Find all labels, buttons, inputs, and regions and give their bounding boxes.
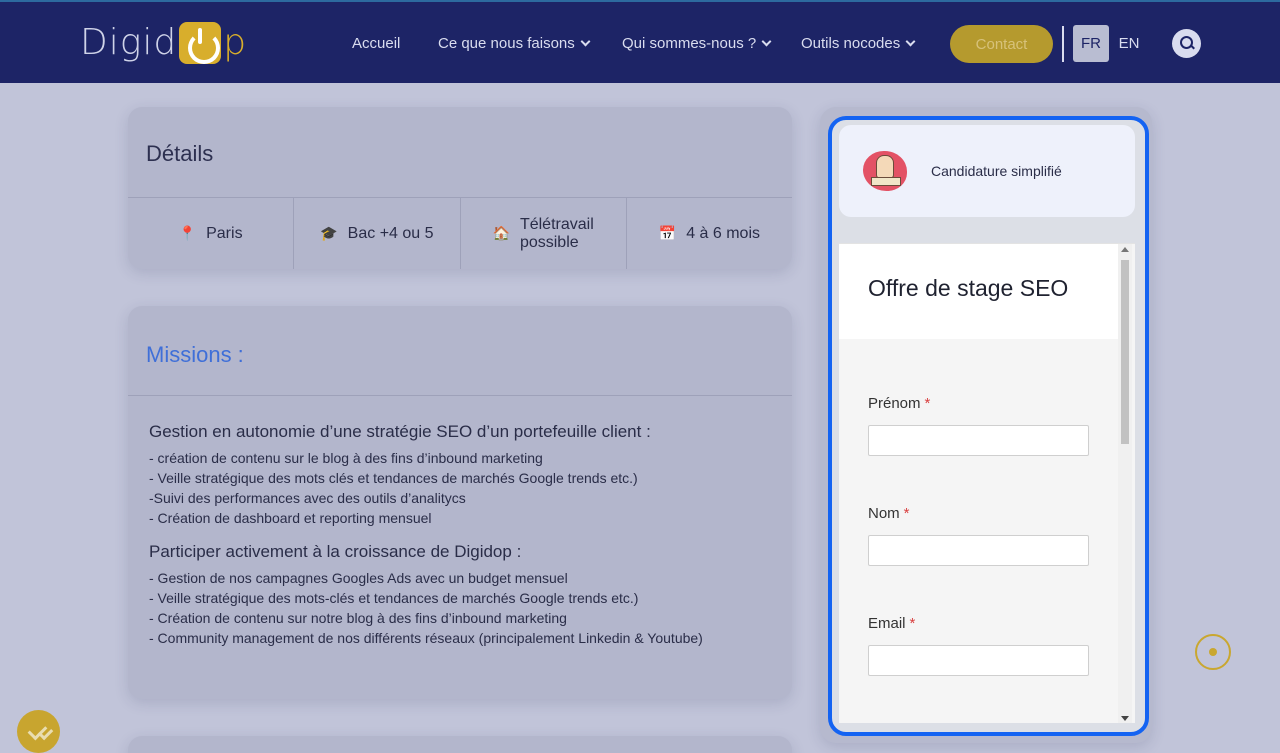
search-icon[interactable] — [1172, 29, 1201, 58]
detail-education: 🎓 Bac +4 ou 5 — [294, 198, 461, 269]
floating-target-icon[interactable] — [1195, 634, 1231, 670]
detail-label: 4 à 6 mois — [686, 224, 760, 242]
required-marker: * — [924, 395, 931, 412]
widget-header-text: Candidature simplifié — [931, 163, 1062, 179]
form-header: Offre de stage SEO — [839, 244, 1118, 339]
mission-line: - Création de dashboard et reporting men… — [149, 510, 432, 526]
field-label-email: Email * — [868, 615, 916, 632]
site-header: Digid p Accueil Ce que nous faisons Qui … — [0, 0, 1280, 83]
mission-line: - Veille stratégique des mots-clés et te… — [149, 590, 639, 606]
nav-label: Qui sommes-nous ? — [622, 35, 757, 52]
mission-block: Gestion en autonomie d’une stratégie SEO… — [149, 422, 769, 528]
house-icon: 🏠 — [492, 225, 510, 241]
form-title: Offre de stage SEO — [868, 275, 1069, 301]
nav-item-ce-que-nous-faisons[interactable]: Ce que nous faisons — [438, 2, 591, 85]
mission-heading: Gestion en autonomie d’une stratégie SEO… — [149, 422, 651, 441]
nav-item-qui-sommes-nous[interactable]: Qui sommes-nous ? — [622, 2, 772, 85]
nav-label: Outils nocodes — [801, 35, 901, 52]
details-title: Détails — [146, 141, 214, 166]
details-card: Détails 📍 Paris 🎓 Bac +4 ou 5 🏠 Télétrav… — [128, 107, 792, 269]
detail-label-line2: possible — [519, 233, 579, 251]
form-scrollbar[interactable] — [1118, 244, 1132, 723]
mission-line: - création de contenu sur le blog à des … — [149, 450, 543, 466]
chevron-down-icon — [905, 36, 916, 47]
mission-heading: Participer activement à la croissance de… — [149, 542, 522, 561]
application-form: Offre de stage SEO Prénom * Nom * Email * — [839, 243, 1135, 723]
divider — [128, 395, 792, 396]
chevron-down-icon — [761, 36, 772, 47]
pin-icon: 📍 — [178, 225, 197, 241]
avatar — [863, 151, 907, 191]
details-row: 📍 Paris 🎓 Bac +4 ou 5 🏠 Télétravail poss… — [128, 198, 792, 269]
next-card — [128, 736, 792, 753]
prenom-input[interactable] — [868, 425, 1089, 456]
email-input[interactable] — [868, 645, 1089, 676]
chevron-down-icon — [580, 36, 591, 47]
detail-location: 📍 Paris — [128, 198, 295, 269]
digidop-logo[interactable]: Digid p — [80, 20, 247, 64]
field-label-nom: Nom * — [868, 505, 910, 522]
required-marker: * — [903, 505, 910, 522]
mission-line: -Suivi des performances avec des outils … — [149, 490, 466, 506]
floating-check-icon[interactable] — [17, 710, 60, 753]
nav-label: Ce que nous faisons — [438, 35, 575, 52]
detail-label-line1: Télétravail — [519, 215, 594, 233]
lang-fr-button[interactable]: FR — [1073, 25, 1109, 62]
header-divider — [1062, 26, 1064, 62]
field-label-prenom: Prénom * — [868, 395, 931, 412]
scroll-thumb[interactable] — [1121, 260, 1129, 444]
mission-line: - Veille stratégique des mots clés et te… — [149, 470, 638, 486]
power-icon — [179, 22, 222, 64]
detail-label: Paris — [206, 224, 243, 242]
scroll-down-icon[interactable] — [1121, 716, 1129, 721]
mission-line: - Création de contenu sur notre blog à d… — [149, 610, 567, 626]
missions-body: Gestion en autonomie d’une stratégie SEO… — [149, 422, 769, 662]
widget-header: Candidature simplifié — [839, 125, 1135, 217]
required-marker: * — [909, 615, 916, 632]
detail-remote: 🏠 Télétravail possible — [461, 198, 627, 269]
mission-line: - Community management de nos différents… — [149, 630, 703, 646]
contact-button[interactable]: Contact — [950, 25, 1053, 63]
nav-item-accueil[interactable]: Accueil — [352, 2, 400, 85]
detail-label: Bac +4 ou 5 — [347, 224, 434, 242]
nav-item-outils-nocodes[interactable]: Outils nocodes — [801, 2, 916, 85]
nav-label: Accueil — [352, 35, 401, 52]
application-widget: Candidature simplifié Offre de stage SEO… — [828, 116, 1149, 736]
graduation-cap-icon: 🎓 — [320, 225, 338, 241]
logo-text: Digid — [80, 21, 178, 63]
nom-input[interactable] — [868, 535, 1089, 566]
mission-block: Participer activement à la croissance de… — [149, 542, 769, 648]
lang-en-button[interactable]: EN — [1115, 25, 1143, 62]
detail-duration: 📅 4 à 6 mois — [627, 198, 792, 269]
logo-text-end: p — [223, 21, 248, 63]
mission-line: - Gestion de nos campagnes Googles Ads a… — [149, 570, 568, 586]
calendar-icon: 📅 — [658, 225, 677, 241]
missions-title: Missions : — [146, 342, 244, 367]
scroll-up-icon[interactable] — [1121, 247, 1129, 252]
missions-card: Missions : Gestion en autonomie d’une st… — [128, 306, 792, 699]
